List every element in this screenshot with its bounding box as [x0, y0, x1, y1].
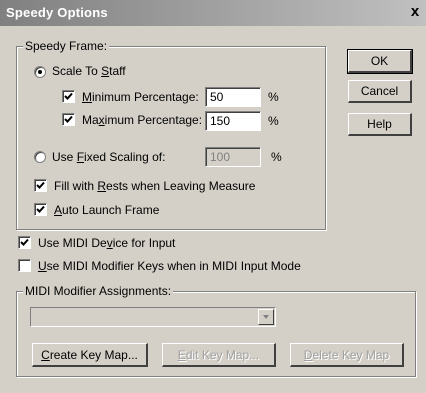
label-text: ixed Scaling of: [84, 150, 166, 164]
speedy-options-dialog: Speedy Options x Speedy Frame: Scale To … [0, 0, 426, 393]
label-text: Scale To [52, 64, 102, 78]
label-text: Use MIDI De [38, 236, 107, 250]
label-text: ests when Leaving Measure [106, 179, 256, 193]
label-text: dit Key Map... [185, 347, 260, 362]
label-accel: E [177, 347, 186, 362]
cancel-button[interactable]: Cancel [348, 80, 412, 103]
maximum-percentage-checkbox[interactable] [62, 113, 75, 126]
edit-key-map-button[interactable]: Edit Key Map... [162, 343, 276, 367]
label-text: taff [109, 64, 126, 78]
minimum-percentage-input[interactable]: 50 [205, 87, 261, 107]
check-icon [36, 205, 45, 213]
label-text: inimum Percentage: [92, 90, 199, 104]
label-accel: U [38, 259, 47, 273]
check-icon [64, 115, 73, 123]
maximum-percentage-input[interactable]: 150 [205, 111, 261, 131]
minimum-percentage-unit: % [268, 90, 279, 104]
key-map-select[interactable] [30, 307, 276, 327]
fixed-scaling-radio[interactable] [34, 151, 46, 163]
ok-button[interactable]: OK [347, 49, 413, 74]
fixed-scaling-unit: % [271, 150, 282, 164]
speedy-frame-group-label: Speedy Frame: [23, 39, 110, 53]
label-text: reate Key Map... [49, 347, 138, 362]
auto-launch-frame-label[interactable]: Auto Launch Frame [54, 203, 159, 217]
label-accel: M [82, 90, 92, 104]
fill-with-rests-label[interactable]: Fill with Rests when Leaving Measure [54, 179, 255, 193]
fixed-scaling-input[interactable]: 100 [205, 147, 261, 167]
check-icon [36, 181, 45, 189]
label-accel: C [41, 347, 50, 362]
label-text: ice for Input [112, 236, 176, 250]
check-icon [20, 238, 29, 246]
title-bar[interactable]: Speedy Options x [0, 0, 426, 26]
fill-with-rests-checkbox[interactable] [34, 179, 47, 192]
label-text: Fill with [54, 179, 98, 193]
scale-to-staff-label[interactable]: Scale To Staff [52, 64, 126, 78]
midi-modifier-assignments-label: MIDI Modifier Assignments: [23, 284, 174, 298]
check-icon [64, 92, 73, 100]
create-key-map-button[interactable]: Create Key Map... [32, 343, 148, 367]
label-accel: S [101, 64, 110, 78]
close-icon[interactable]: x [406, 3, 424, 21]
use-midi-device-label[interactable]: Use MIDI Device for Input [38, 236, 175, 250]
midi-modifier-keys-label[interactable]: Use MIDI Modifier Keys when in MIDI Inpu… [38, 259, 301, 273]
chevron-down-icon[interactable] [258, 309, 274, 325]
label-text: imum Percentage: [104, 113, 203, 127]
label-text: Ma [82, 113, 99, 127]
delete-key-map-button[interactable]: Delete Key Map [290, 343, 404, 367]
maximum-percentage-unit: % [268, 114, 279, 128]
radio-selected-dot [38, 70, 42, 74]
auto-launch-frame-checkbox[interactable] [34, 203, 47, 216]
fixed-scaling-label[interactable]: Use Fixed Scaling of: [52, 150, 165, 164]
label-accel: A [54, 203, 63, 217]
help-button[interactable]: Help [348, 113, 412, 136]
label-text: se MIDI Modifier Keys when in MIDI Input… [46, 259, 301, 273]
label-text: elete Key Map [312, 347, 390, 362]
label-text: Use [52, 150, 77, 164]
midi-modifier-keys-checkbox[interactable] [18, 259, 31, 272]
maximum-percentage-label[interactable]: Maximum Percentage: [82, 113, 202, 127]
use-midi-device-checkbox[interactable] [18, 236, 31, 249]
minimum-percentage-label[interactable]: Minimum Percentage: [82, 90, 199, 104]
window-title: Speedy Options [6, 5, 108, 20]
scale-to-staff-radio[interactable] [34, 66, 46, 78]
minimum-percentage-checkbox[interactable] [62, 90, 75, 103]
label-text: uto Launch Frame [62, 203, 160, 217]
label-accel: R [97, 179, 107, 193]
label-accel: F [76, 150, 85, 164]
